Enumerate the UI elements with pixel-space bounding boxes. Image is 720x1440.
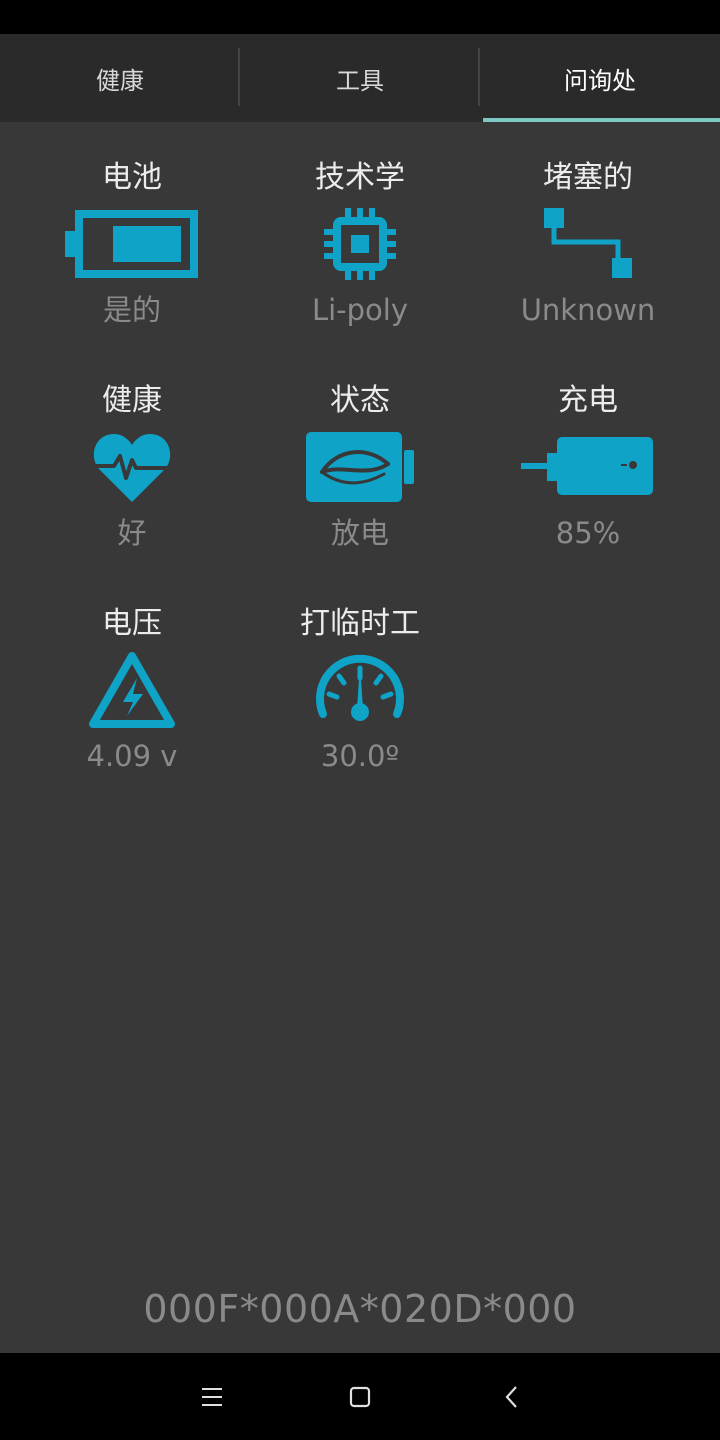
info-title: 打临时工: [300, 606, 420, 641]
back-chevron-icon[interactable]: [488, 1373, 536, 1421]
battery-code: 000F*000A*020D*000: [143, 1287, 577, 1331]
tab-health[interactable]: 健康: [0, 34, 240, 122]
menu-icon[interactable]: [188, 1373, 236, 1421]
info-title: 电池: [102, 160, 162, 195]
chip-icon: [290, 204, 430, 284]
phone-charging-icon: [518, 427, 658, 507]
info-value: 好: [117, 516, 147, 550]
tab-tools[interactable]: 工具: [240, 34, 480, 122]
info-value: 85%: [555, 516, 621, 550]
tab-bar: 健康 工具 问询处: [0, 34, 720, 122]
info-title: 状态: [330, 383, 390, 418]
high-voltage-icon: [62, 650, 202, 730]
info-health: 健康 好: [18, 345, 246, 568]
tab-tools-label: 工具: [336, 66, 384, 95]
tab-health-label: 健康: [96, 66, 144, 95]
info-title: 充电: [558, 383, 618, 418]
info-title: 技术学: [315, 160, 405, 195]
tab-info[interactable]: 问询处: [480, 34, 720, 122]
plug-connector-icon: [518, 204, 658, 284]
tab-info-label: 问询处: [564, 66, 636, 95]
info-battery: 电池 是的: [18, 122, 246, 345]
info-value: 30.0º: [320, 739, 400, 773]
info-value: 4.09 v: [86, 739, 178, 773]
gauge-icon: [290, 650, 430, 730]
info-title: 堵塞的: [543, 160, 633, 195]
info-voltage: 电压 4.09 v: [18, 568, 246, 791]
info-title: 电压: [102, 606, 162, 641]
info-value: 放电: [330, 516, 389, 550]
heart-pulse-icon: [62, 427, 202, 507]
battery-leaf-icon: [290, 427, 430, 507]
info-status: 状态 放电: [246, 345, 474, 568]
battery-icon: [62, 204, 202, 284]
info-title: 健康: [102, 383, 162, 418]
info-value: Unknown: [520, 293, 656, 327]
navigation-bar: [0, 1353, 720, 1440]
info-value: Li-poly: [311, 293, 409, 327]
info-technology: 技术学 Li-poly: [246, 122, 474, 345]
info-plugged: 堵塞的 Unknown: [474, 122, 702, 345]
status-bar: [0, 0, 720, 34]
info-value: 是的: [102, 293, 161, 327]
info-charge: 充电 85%: [474, 345, 702, 568]
info-temperature: 打临时工 30.0º: [246, 568, 474, 791]
battery-info-grid: 电池 是的 技术学 Li-poly 堵塞的 Unknown 健康 好 状态 放电…: [18, 122, 702, 791]
home-square-icon[interactable]: [336, 1373, 384, 1421]
